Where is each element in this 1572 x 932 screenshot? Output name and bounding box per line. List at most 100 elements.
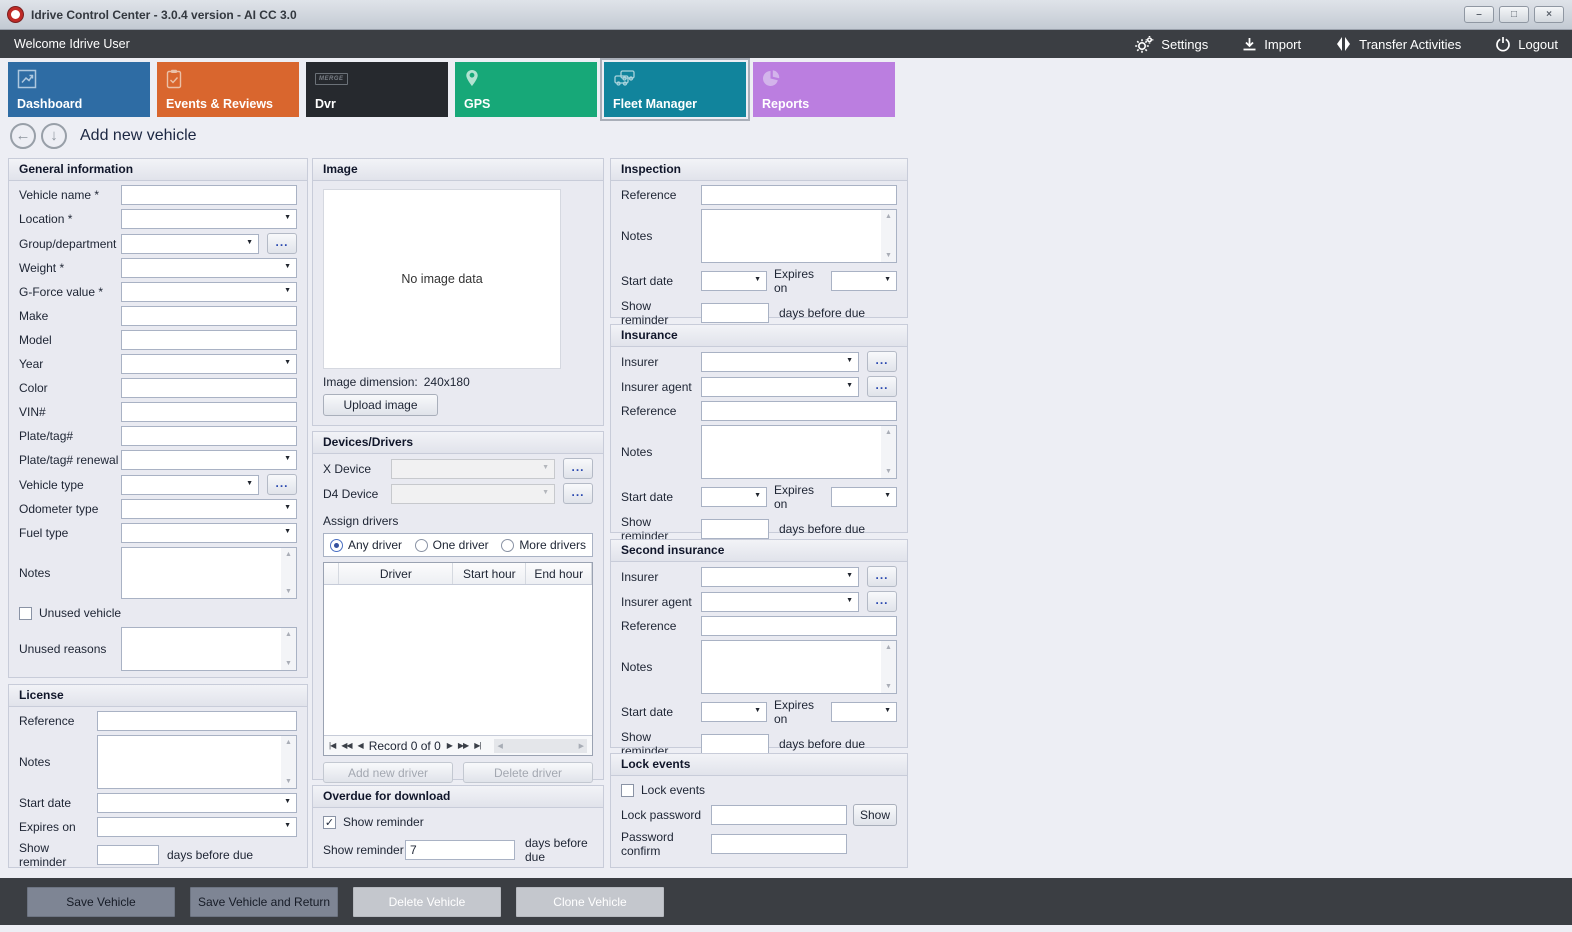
- insurer-browse-button[interactable]: ...: [867, 351, 897, 372]
- settings-button[interactable]: Settings: [1135, 36, 1208, 53]
- first-record-button[interactable]: |◀: [329, 741, 335, 750]
- scroll-up-icon[interactable]: ▲: [885, 213, 892, 220]
- show-password-button[interactable]: Show: [853, 804, 897, 826]
- save-vehicle-button[interactable]: Save Vehicle: [27, 887, 175, 917]
- scroll-down-icon[interactable]: ▼: [885, 252, 892, 259]
- group-department-dropdown[interactable]: [121, 234, 259, 254]
- transfer-activities-button[interactable]: Transfer Activities: [1335, 36, 1461, 52]
- second-insurance-notes-textarea[interactable]: ▲▼: [701, 640, 897, 694]
- scroll-down-icon[interactable]: ▼: [885, 683, 892, 690]
- scroll-down-icon[interactable]: ▼: [885, 468, 892, 475]
- scrollbar[interactable]: ▲▼: [881, 210, 896, 262]
- scroll-up-icon[interactable]: ▲: [285, 739, 292, 746]
- radio-any-driver[interactable]: Any driver: [330, 538, 402, 552]
- license-notes-textarea[interactable]: ▲▼: [97, 735, 297, 789]
- plate-renewal-dropdown[interactable]: [121, 450, 297, 470]
- odometer-type-dropdown[interactable]: [121, 499, 297, 519]
- upload-image-button[interactable]: Upload image: [323, 394, 438, 416]
- scroll-up-icon[interactable]: ▲: [285, 551, 292, 558]
- fuel-type-dropdown[interactable]: [121, 523, 297, 543]
- start-hour-column-header[interactable]: Start hour: [453, 563, 526, 584]
- scrollbar[interactable]: ▲▼: [281, 548, 296, 598]
- prev-record-button[interactable]: ◀: [358, 741, 363, 750]
- save-vehicle-return-button[interactable]: Save Vehicle and Return: [190, 887, 338, 917]
- inspection-expires-dropdown[interactable]: [831, 271, 897, 291]
- tab-reports[interactable]: Reports: [753, 62, 895, 117]
- unused-reasons-textarea[interactable]: ▲▼: [121, 627, 297, 671]
- add-new-driver-button[interactable]: Add new driver: [323, 762, 453, 783]
- tab-dashboard[interactable]: Dashboard: [8, 62, 150, 117]
- collapse-button[interactable]: ↓: [41, 123, 67, 149]
- second-insurer-dropdown[interactable]: [701, 567, 859, 587]
- scroll-down-icon[interactable]: ▼: [285, 588, 292, 595]
- delete-vehicle-button[interactable]: Delete Vehicle: [353, 887, 501, 917]
- gforce-dropdown[interactable]: [121, 282, 297, 302]
- color-field[interactable]: [121, 378, 297, 398]
- insurance-expires-dropdown[interactable]: [831, 487, 897, 507]
- driver-column-header[interactable]: Driver: [339, 563, 453, 584]
- drivers-grid-body[interactable]: [324, 585, 592, 735]
- d4-device-browse-button[interactable]: ...: [563, 483, 593, 504]
- logout-button[interactable]: Logout: [1495, 36, 1558, 52]
- x-device-browse-button[interactable]: ...: [563, 458, 593, 479]
- second-insurer-agent-dropdown[interactable]: [701, 592, 859, 612]
- weight-dropdown[interactable]: [121, 258, 297, 278]
- import-button[interactable]: Import: [1242, 37, 1301, 52]
- password-confirm-field[interactable]: [711, 834, 847, 854]
- insurer-dropdown[interactable]: [701, 352, 859, 372]
- second-insurance-reminder-field[interactable]: [701, 734, 769, 754]
- lock-events-checkbox[interactable]: [621, 784, 634, 797]
- insurer-agent-browse-button[interactable]: ...: [867, 376, 897, 397]
- prev-page-button[interactable]: ◀◀: [341, 741, 351, 750]
- inspection-start-date-dropdown[interactable]: [701, 271, 767, 291]
- model-field[interactable]: [121, 330, 297, 350]
- scroll-down-icon[interactable]: ▼: [285, 660, 292, 667]
- notes-textarea[interactable]: ▲▼: [121, 547, 297, 599]
- scroll-down-icon[interactable]: ▼: [285, 778, 292, 785]
- scroll-up-icon[interactable]: ▲: [885, 429, 892, 436]
- minimize-button[interactable]: –: [1464, 6, 1494, 23]
- license-reference-field[interactable]: [97, 711, 297, 731]
- scrollbar[interactable]: ▲▼: [281, 628, 296, 670]
- scroll-left-icon[interactable]: ◀: [497, 742, 502, 750]
- overdue-reminder-field[interactable]: [405, 840, 515, 860]
- scroll-right-icon[interactable]: ▶: [579, 742, 584, 750]
- scrollbar[interactable]: ▲▼: [881, 641, 896, 693]
- radio-one-driver[interactable]: One driver: [415, 538, 489, 552]
- inspection-reminder-field[interactable]: [701, 303, 769, 323]
- lock-password-field[interactable]: [711, 805, 847, 825]
- license-start-date-dropdown[interactable]: [97, 793, 297, 813]
- vehicle-type-dropdown[interactable]: [121, 475, 259, 495]
- license-expires-dropdown[interactable]: [97, 817, 297, 837]
- insurance-start-date-dropdown[interactable]: [701, 487, 767, 507]
- year-dropdown[interactable]: [121, 354, 297, 374]
- horizontal-scrollbar[interactable]: ◀▶: [494, 739, 587, 753]
- second-insurer-browse-button[interactable]: ...: [867, 566, 897, 587]
- vin-field[interactable]: [121, 402, 297, 422]
- plate-tag-field[interactable]: [121, 426, 297, 446]
- clone-vehicle-button[interactable]: Clone Vehicle: [516, 887, 664, 917]
- back-button[interactable]: ←: [10, 123, 36, 149]
- tab-fleet-manager[interactable]: Fleet Manager: [604, 62, 746, 117]
- group-department-browse-button[interactable]: ...: [267, 233, 297, 254]
- unused-vehicle-checkbox[interactable]: [19, 607, 32, 620]
- maximize-button[interactable]: □: [1499, 6, 1529, 23]
- second-insurer-agent-browse-button[interactable]: ...: [867, 591, 897, 612]
- license-reminder-field[interactable]: [97, 845, 159, 865]
- scrollbar[interactable]: ▲▼: [281, 736, 296, 788]
- vehicle-type-browse-button[interactable]: ...: [267, 474, 297, 495]
- location-dropdown[interactable]: [121, 209, 297, 229]
- insurance-notes-textarea[interactable]: ▲▼: [701, 425, 897, 479]
- next-page-button[interactable]: ▶▶: [458, 741, 468, 750]
- second-insurance-expires-dropdown[interactable]: [831, 702, 897, 722]
- scrollbar[interactable]: ▲▼: [881, 426, 896, 478]
- radio-more-drivers[interactable]: More drivers: [501, 538, 586, 552]
- second-insurance-start-date-dropdown[interactable]: [701, 702, 767, 722]
- second-insurance-reference-field[interactable]: [701, 616, 897, 636]
- vehicle-name-field[interactable]: [121, 185, 297, 205]
- insurance-reminder-field[interactable]: [701, 519, 769, 539]
- show-reminder-checkbox[interactable]: ✓: [323, 816, 336, 829]
- tab-gps[interactable]: GPS: [455, 62, 597, 117]
- close-button[interactable]: ×: [1534, 6, 1564, 23]
- insurance-reference-field[interactable]: [701, 401, 897, 421]
